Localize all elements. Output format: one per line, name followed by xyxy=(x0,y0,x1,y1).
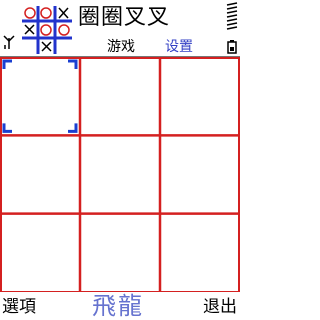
tab-game[interactable]: 游戏 xyxy=(107,38,135,56)
signal-strength-icon xyxy=(3,35,15,49)
board-cells[interactable] xyxy=(2,59,238,290)
options-softkey[interactable]: 選項 xyxy=(2,296,36,318)
board-cell[interactable] xyxy=(162,59,238,133)
tab-settings[interactable]: 设置 xyxy=(165,38,193,56)
battery-icon xyxy=(226,2,238,54)
brand-logo: 飛龍 xyxy=(92,292,144,320)
board-cell[interactable] xyxy=(2,137,78,211)
app-logo-icon xyxy=(22,6,72,54)
softkey-bar: 選項 飛龍 退出 xyxy=(0,292,240,320)
board-cell[interactable] xyxy=(82,137,158,211)
board-cell[interactable] xyxy=(2,216,78,290)
app-title: 圈圈叉叉 xyxy=(78,5,171,30)
board-cell[interactable] xyxy=(82,216,158,290)
board-cell[interactable] xyxy=(162,216,238,290)
exit-softkey[interactable]: 退出 xyxy=(203,296,237,318)
game-board[interactable] xyxy=(0,57,240,292)
board-cell[interactable] xyxy=(82,59,158,133)
board-cell[interactable] xyxy=(162,137,238,211)
board-cell[interactable] xyxy=(2,59,78,133)
